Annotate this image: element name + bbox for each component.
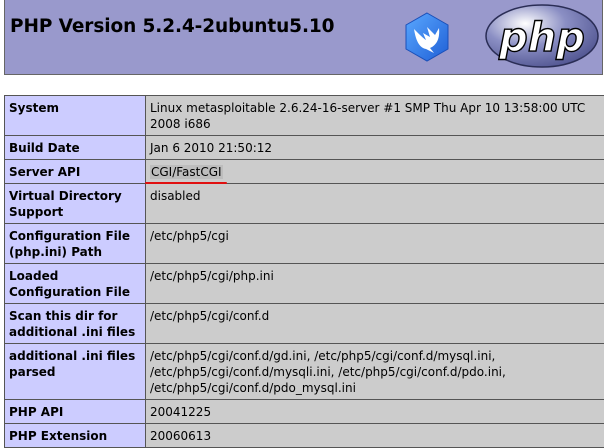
table-row: Virtual Directory Support disabled xyxy=(5,184,604,224)
row-value: 20041225 xyxy=(146,400,604,424)
table-row: Build Date Jan 6 2010 21:50:12 xyxy=(5,136,604,160)
row-label: Scan this dir for additional .ini files xyxy=(5,304,146,344)
php-logo-icon: php xyxy=(484,3,600,69)
row-label: Loaded Configuration File xyxy=(5,264,146,304)
table-row: additional .ini files parsed /etc/php5/c… xyxy=(5,344,604,400)
row-label: PHP Extension xyxy=(5,424,146,448)
table-row: Configuration File (php.ini) Path /etc/p… xyxy=(5,224,604,264)
table-row: System Linux metasploitable 2.6.24-16-se… xyxy=(5,96,604,136)
server-api-highlight: CGI/FastCGI xyxy=(150,165,223,179)
table-row: Loaded Configuration File /etc/php5/cgi/… xyxy=(5,264,604,304)
page-title: PHP Version 5.2.4-2ubuntu5.10 xyxy=(10,16,334,37)
row-label: PHP API xyxy=(5,400,146,424)
table-row: Scan this dir for additional .ini files … xyxy=(5,304,604,344)
row-value: Linux metasploitable 2.6.24-16-server #1… xyxy=(146,96,604,136)
php-logo-text: php xyxy=(498,15,585,61)
row-label: System xyxy=(5,96,146,136)
row-value: disabled xyxy=(146,184,604,224)
table-row: PHP API 20041225 xyxy=(5,400,604,424)
table-row: Server API CGI/FastCGI xyxy=(5,160,604,184)
annotation-underline xyxy=(145,182,227,184)
row-label: Build Date xyxy=(5,136,146,160)
row-value: /etc/php5/cgi xyxy=(146,224,604,264)
row-value-cell: CGI/FastCGI xyxy=(146,160,604,184)
row-value: Jan 6 2010 21:50:12 xyxy=(146,136,604,160)
row-value: 20060613 xyxy=(146,424,604,448)
table-row: PHP Extension 20060613 xyxy=(5,424,604,448)
row-value: /etc/php5/cgi/conf.d/gd.ini, /etc/php5/c… xyxy=(146,344,604,400)
row-label: Configuration File (php.ini) Path xyxy=(5,224,146,264)
php-info-table: System Linux metasploitable 2.6.24-16-se… xyxy=(4,95,604,448)
row-label: Virtual Directory Support xyxy=(5,184,146,224)
row-label: Server API xyxy=(5,160,146,184)
row-label: additional .ini files parsed xyxy=(5,344,146,400)
bird-shield-icon xyxy=(401,11,453,63)
row-value: /etc/php5/cgi/conf.d xyxy=(146,304,604,344)
php-version-header: PHP Version 5.2.4-2ubuntu5.10 php xyxy=(4,0,603,75)
row-value: /etc/php5/cgi/php.ini xyxy=(146,264,604,304)
